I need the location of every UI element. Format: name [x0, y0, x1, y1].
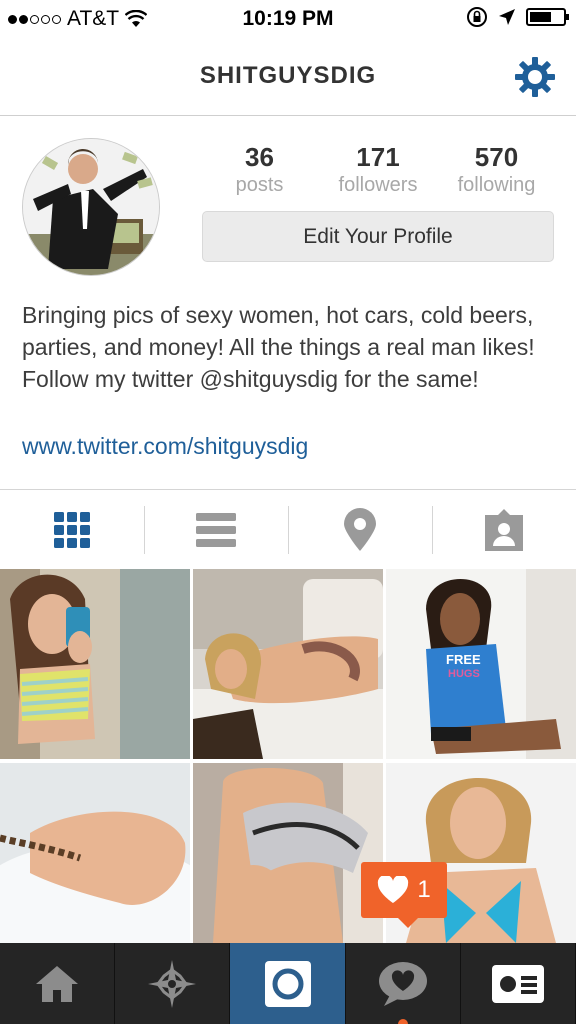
edit-profile-button[interactable]: Edit Your Profile — [202, 211, 554, 262]
grid-photo[interactable] — [0, 763, 190, 943]
avatar[interactable] — [22, 138, 160, 276]
heart-icon — [378, 876, 409, 903]
tab-grid-view[interactable] — [0, 490, 144, 570]
following-stat[interactable]: 570 following — [439, 142, 554, 198]
view-mode-tabs — [0, 489, 576, 570]
grid-photo[interactable] — [193, 763, 383, 943]
battery-icon — [526, 8, 569, 26]
profile-website-link[interactable]: www.twitter.com/shitguysdig — [22, 433, 308, 460]
status-bar: AT&T 10:19 PM — [0, 0, 576, 38]
camera-icon — [264, 960, 311, 1007]
tab-explore[interactable] — [115, 943, 231, 1024]
followers-count: 171 — [356, 142, 400, 172]
grid-photo[interactable]: FREE HUGS — [386, 569, 576, 759]
tab-camera[interactable] — [230, 943, 346, 1024]
profile-stats: 36 posts 171 followers 570 following — [202, 142, 554, 198]
status-icons — [466, 6, 569, 28]
username-title: SHITGUYSDIG — [199, 62, 377, 89]
tab-list-view[interactable] — [144, 490, 288, 570]
activity-indicator-dot — [397, 1019, 408, 1024]
grid-icon — [54, 512, 90, 548]
bottom-tab-bar — [0, 943, 576, 1024]
notification-count: 1 — [417, 876, 431, 903]
svg-text:HUGS: HUGS — [448, 668, 480, 680]
followers-label: followers — [338, 174, 418, 196]
tab-home[interactable] — [0, 943, 116, 1024]
tab-profile[interactable] — [461, 943, 576, 1024]
tab-activity[interactable] — [346, 943, 461, 1024]
activity-speech-heart-icon — [378, 961, 427, 1006]
grid-photo[interactable] — [193, 569, 383, 759]
rotation-lock-icon — [467, 7, 487, 27]
profile-header: 36 posts 171 followers 570 following Edi… — [0, 116, 576, 488]
followers-stat[interactable]: 171 followers — [321, 142, 436, 198]
photo-grid: FREE HUGS — [0, 569, 576, 943]
posts-stat[interactable]: 36 posts — [202, 142, 317, 198]
profile-card-icon — [491, 964, 544, 1003]
explore-star-icon — [148, 959, 197, 1008]
home-icon — [36, 965, 79, 1002]
following-count: 570 — [474, 142, 519, 172]
navigation-bar: SHITGUYSDIG — [0, 38, 576, 116]
tab-map-view[interactable] — [288, 490, 432, 570]
activity-notification-bubble[interactable]: 1 — [361, 862, 447, 928]
list-icon — [196, 513, 236, 547]
location-pin-icon — [344, 508, 376, 551]
grid-photo[interactable] — [0, 569, 190, 759]
svg-text:FREE: FREE — [446, 652, 481, 667]
posts-count: 36 — [245, 142, 274, 172]
location-arrow-icon — [499, 9, 515, 25]
posts-label: posts — [235, 174, 284, 196]
gear-icon[interactable] — [514, 56, 556, 98]
tab-tagged-view[interactable] — [432, 490, 576, 570]
following-label: following — [457, 174, 536, 196]
tagged-person-icon — [485, 509, 523, 551]
profile-bio: Bringing pics of sexy women, hot cars, c… — [22, 302, 535, 392]
